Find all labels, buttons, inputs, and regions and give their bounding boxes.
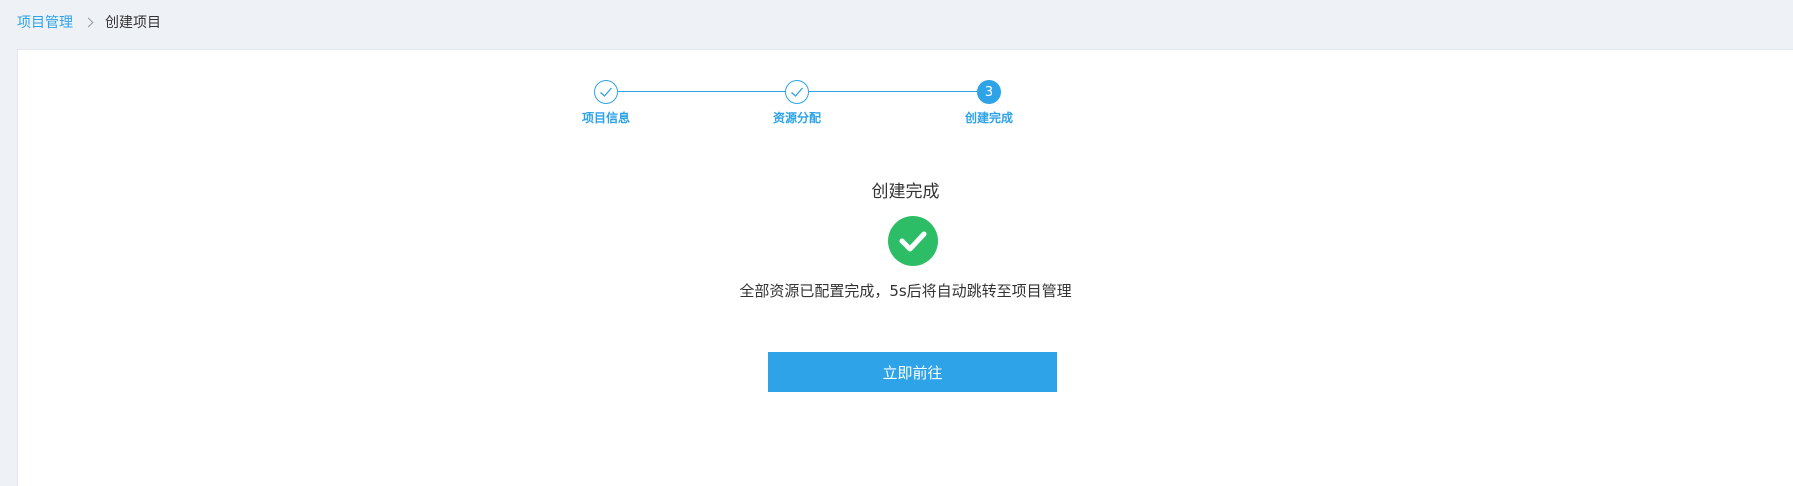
result-message: 全部资源已配置完成，5s后将自动跳转至项目管理 [739,282,1072,300]
checkmark-icon [899,231,927,252]
result-title: 创建完成 [871,182,940,202]
check-icon [600,87,612,97]
step-3-number: 3 [984,84,994,100]
breadcrumb: 项目管理 创建项目 [17,12,161,32]
chevron-right-icon [83,17,94,27]
step-1-label: 项目信息 [581,111,630,125]
check-circle-icon [888,216,938,266]
check-icon [791,87,803,97]
breadcrumb-current: 创建项目 [105,15,161,31]
step-1-node [594,80,618,104]
breadcrumb-link-project-management[interactable]: 项目管理 [17,12,73,32]
step-3-node: 3 [977,80,1001,104]
step-3-label: 创建完成 [964,111,1013,125]
step-connector [809,91,977,92]
step-2-label: 资源分配 [772,111,821,125]
step-2-node [785,80,809,104]
main-panel: 项目信息 资源分配 3 创建完成 创建完成 全部资源已配置完成，5s后将自动跳转… [17,49,1793,486]
go-now-button[interactable]: 立即前往 [768,352,1057,392]
step-connector [618,91,785,92]
